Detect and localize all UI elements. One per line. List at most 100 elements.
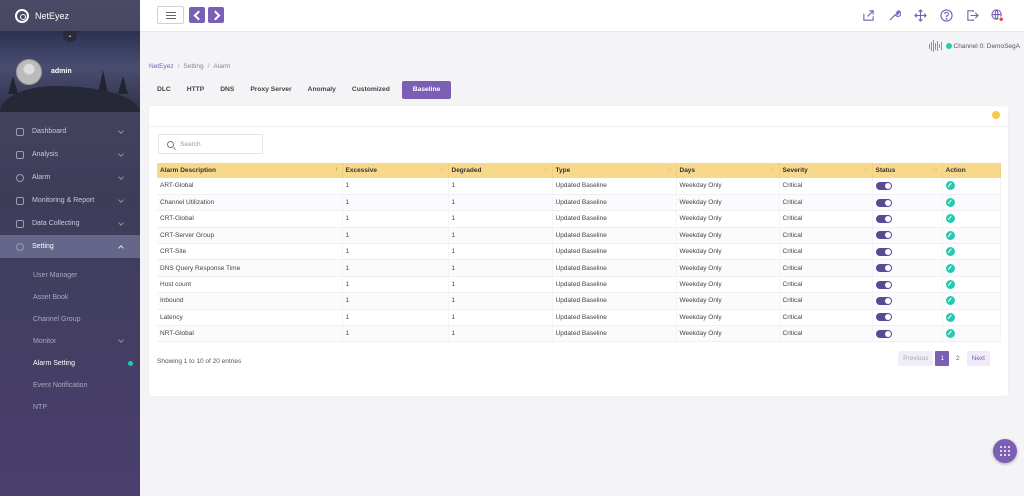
table-row: CRT-Server Group 1 1 Updated Baseline Weekda… — [157, 227, 1001, 245]
status-toggle[interactable] — [875, 313, 892, 322]
action-cell — [942, 243, 1001, 261]
sidebar-item-analysis[interactable]: Analysis — [0, 143, 140, 166]
edit-icon[interactable] — [945, 280, 955, 290]
sidebar-subitem-monitor[interactable]: Monitor — [0, 330, 140, 352]
tab-dns[interactable]: DNS — [212, 81, 242, 99]
alarm-icon — [16, 173, 24, 182]
waveform-icon — [928, 40, 943, 52]
sidebar-item-alarm[interactable]: Alarm — [0, 166, 140, 189]
globe-user-icon[interactable] — [991, 9, 1004, 22]
column-header-status[interactable]: Status ↑↓ — [872, 163, 943, 178]
channel-indicator[interactable]: Channel 0: DemoSegA — [928, 40, 1020, 52]
chevron-up-icon — [118, 245, 124, 251]
tab-dlc[interactable]: DLC — [149, 81, 179, 99]
table-cell: Updated Baseline — [552, 325, 677, 343]
wrench-icon[interactable] — [888, 9, 901, 22]
column-header-alarm-description[interactable]: Alarm Description ↑ — [157, 163, 343, 178]
sidebar-subitem-alarm-setting[interactable]: Alarm Setting — [0, 352, 140, 374]
column-header-excessive[interactable]: Excessive ↑↓ — [342, 163, 449, 178]
hamburger-line — [166, 15, 176, 16]
edit-icon[interactable] — [945, 247, 955, 257]
brand[interactable]: NetEyez — [0, 0, 140, 31]
move-icon[interactable] — [914, 9, 927, 22]
edit-icon[interactable] — [945, 181, 955, 191]
next-page-button[interactable]: Next — [966, 351, 990, 366]
status-toggle[interactable] — [875, 198, 892, 207]
menu-toggle-button[interactable] — [157, 6, 184, 24]
page-2-button[interactable]: 2 — [951, 351, 965, 366]
sidebar-subitem-label: Channel Group — [33, 315, 81, 323]
status-cell — [872, 276, 943, 294]
previous-page-button[interactable]: Previous — [898, 351, 934, 366]
tab-customized[interactable]: Customized — [344, 81, 398, 99]
status-cell — [872, 292, 943, 310]
table-row: CRT-Global 1 1 Updated Baseline Weekday Only… — [157, 210, 1001, 228]
active-indicator-dot — [128, 361, 133, 366]
status-toggle[interactable] — [875, 231, 892, 240]
sidebar-item-dashboard[interactable]: Dashboard — [0, 120, 140, 143]
avatar[interactable] — [16, 59, 42, 85]
sidebar-subitem-asset-book[interactable]: Asset Book — [0, 286, 140, 308]
sidebar-item-label: Monitoring & Report — [32, 197, 95, 204]
search-input[interactable] — [180, 139, 260, 150]
tree-graphic — [8, 76, 18, 94]
sidebar-subitem-event-notification[interactable]: Event Notification — [0, 374, 140, 396]
edit-icon[interactable] — [945, 263, 955, 273]
column-header-days[interactable]: Days ↑↓ — [676, 163, 780, 178]
search-box[interactable] — [158, 134, 263, 154]
divider — [149, 126, 1008, 127]
sidebar-subitem-ntp[interactable]: NTP — [0, 396, 140, 418]
page-1-button[interactable]: 1 — [935, 351, 949, 366]
sidebar-subitem-label: Asset Book — [33, 293, 69, 301]
table-cell: Updated Baseline — [552, 309, 677, 327]
status-toggle[interactable] — [875, 214, 892, 223]
edit-icon[interactable] — [945, 329, 955, 339]
logout-icon[interactable] — [966, 9, 979, 22]
table-cell: 1 — [342, 178, 449, 195]
status-toggle[interactable] — [875, 329, 892, 338]
sidebar-item-data-collecting[interactable]: Data Collecting — [0, 212, 140, 235]
status-toggle[interactable] — [875, 296, 892, 305]
sidebar-item-label: Analysis — [32, 151, 59, 158]
back-button[interactable] — [189, 7, 205, 23]
column-header-label: Type — [555, 167, 571, 174]
table-cell: 1 — [448, 259, 553, 277]
forward-button[interactable] — [208, 7, 224, 23]
edit-icon[interactable] — [945, 296, 955, 306]
chevron-down-icon — [118, 174, 124, 180]
share-icon[interactable] — [862, 9, 875, 22]
status-toggle[interactable] — [875, 280, 892, 289]
status-toggle[interactable] — [875, 247, 892, 256]
apps-menu-button[interactable] — [993, 439, 1017, 463]
column-header-degraded[interactable]: Degraded ↑↓ — [448, 163, 553, 178]
sidebar-subitem-user-manager[interactable]: User Manager — [0, 264, 140, 286]
edit-icon[interactable] — [945, 214, 955, 224]
sidebar-item-label: Alarm — [32, 174, 51, 181]
dashboard-icon — [16, 127, 24, 136]
action-cell — [942, 259, 1001, 277]
help-icon[interactable] — [940, 9, 953, 22]
sidebar-item-setting[interactable]: Setting — [0, 235, 140, 258]
status-toggle[interactable] — [875, 181, 892, 190]
sidebar-subitem-channel-group[interactable]: Channel Group — [0, 308, 140, 330]
edit-icon[interactable] — [945, 230, 955, 240]
profile-collapse-button[interactable]: ⌄ — [63, 31, 77, 42]
breadcrumb-home-link[interactable]: NetEyez — [149, 63, 174, 70]
edit-icon[interactable] — [945, 198, 955, 208]
sidebar-item-monitoring-report[interactable]: Monitoring & Report — [0, 189, 140, 212]
neteyez-logo-icon — [15, 8, 29, 23]
tab-baseline[interactable]: Baseline — [401, 81, 452, 99]
table-cell: 1 — [342, 276, 449, 294]
column-header-severity[interactable]: Severity ↑↓ — [779, 163, 873, 178]
edit-icon[interactable] — [945, 312, 955, 322]
chevron-down-icon — [118, 128, 124, 134]
column-header-type[interactable]: Type ↑↓ — [552, 163, 677, 178]
column-header-label: Excessive — [345, 167, 377, 174]
tab-anomaly[interactable]: Anomaly — [300, 81, 344, 99]
tab-proxy-server[interactable]: Proxy Server — [242, 81, 299, 99]
table-row: NRT-Global 1 1 Updated Baseline Weekday Only… — [157, 325, 1001, 343]
table-cell: Weekday Only — [676, 194, 780, 212]
status-toggle[interactable] — [875, 264, 892, 273]
breadcrumb-setting[interactable]: Setting — [183, 63, 203, 70]
tab-http[interactable]: HTTP — [179, 81, 212, 99]
